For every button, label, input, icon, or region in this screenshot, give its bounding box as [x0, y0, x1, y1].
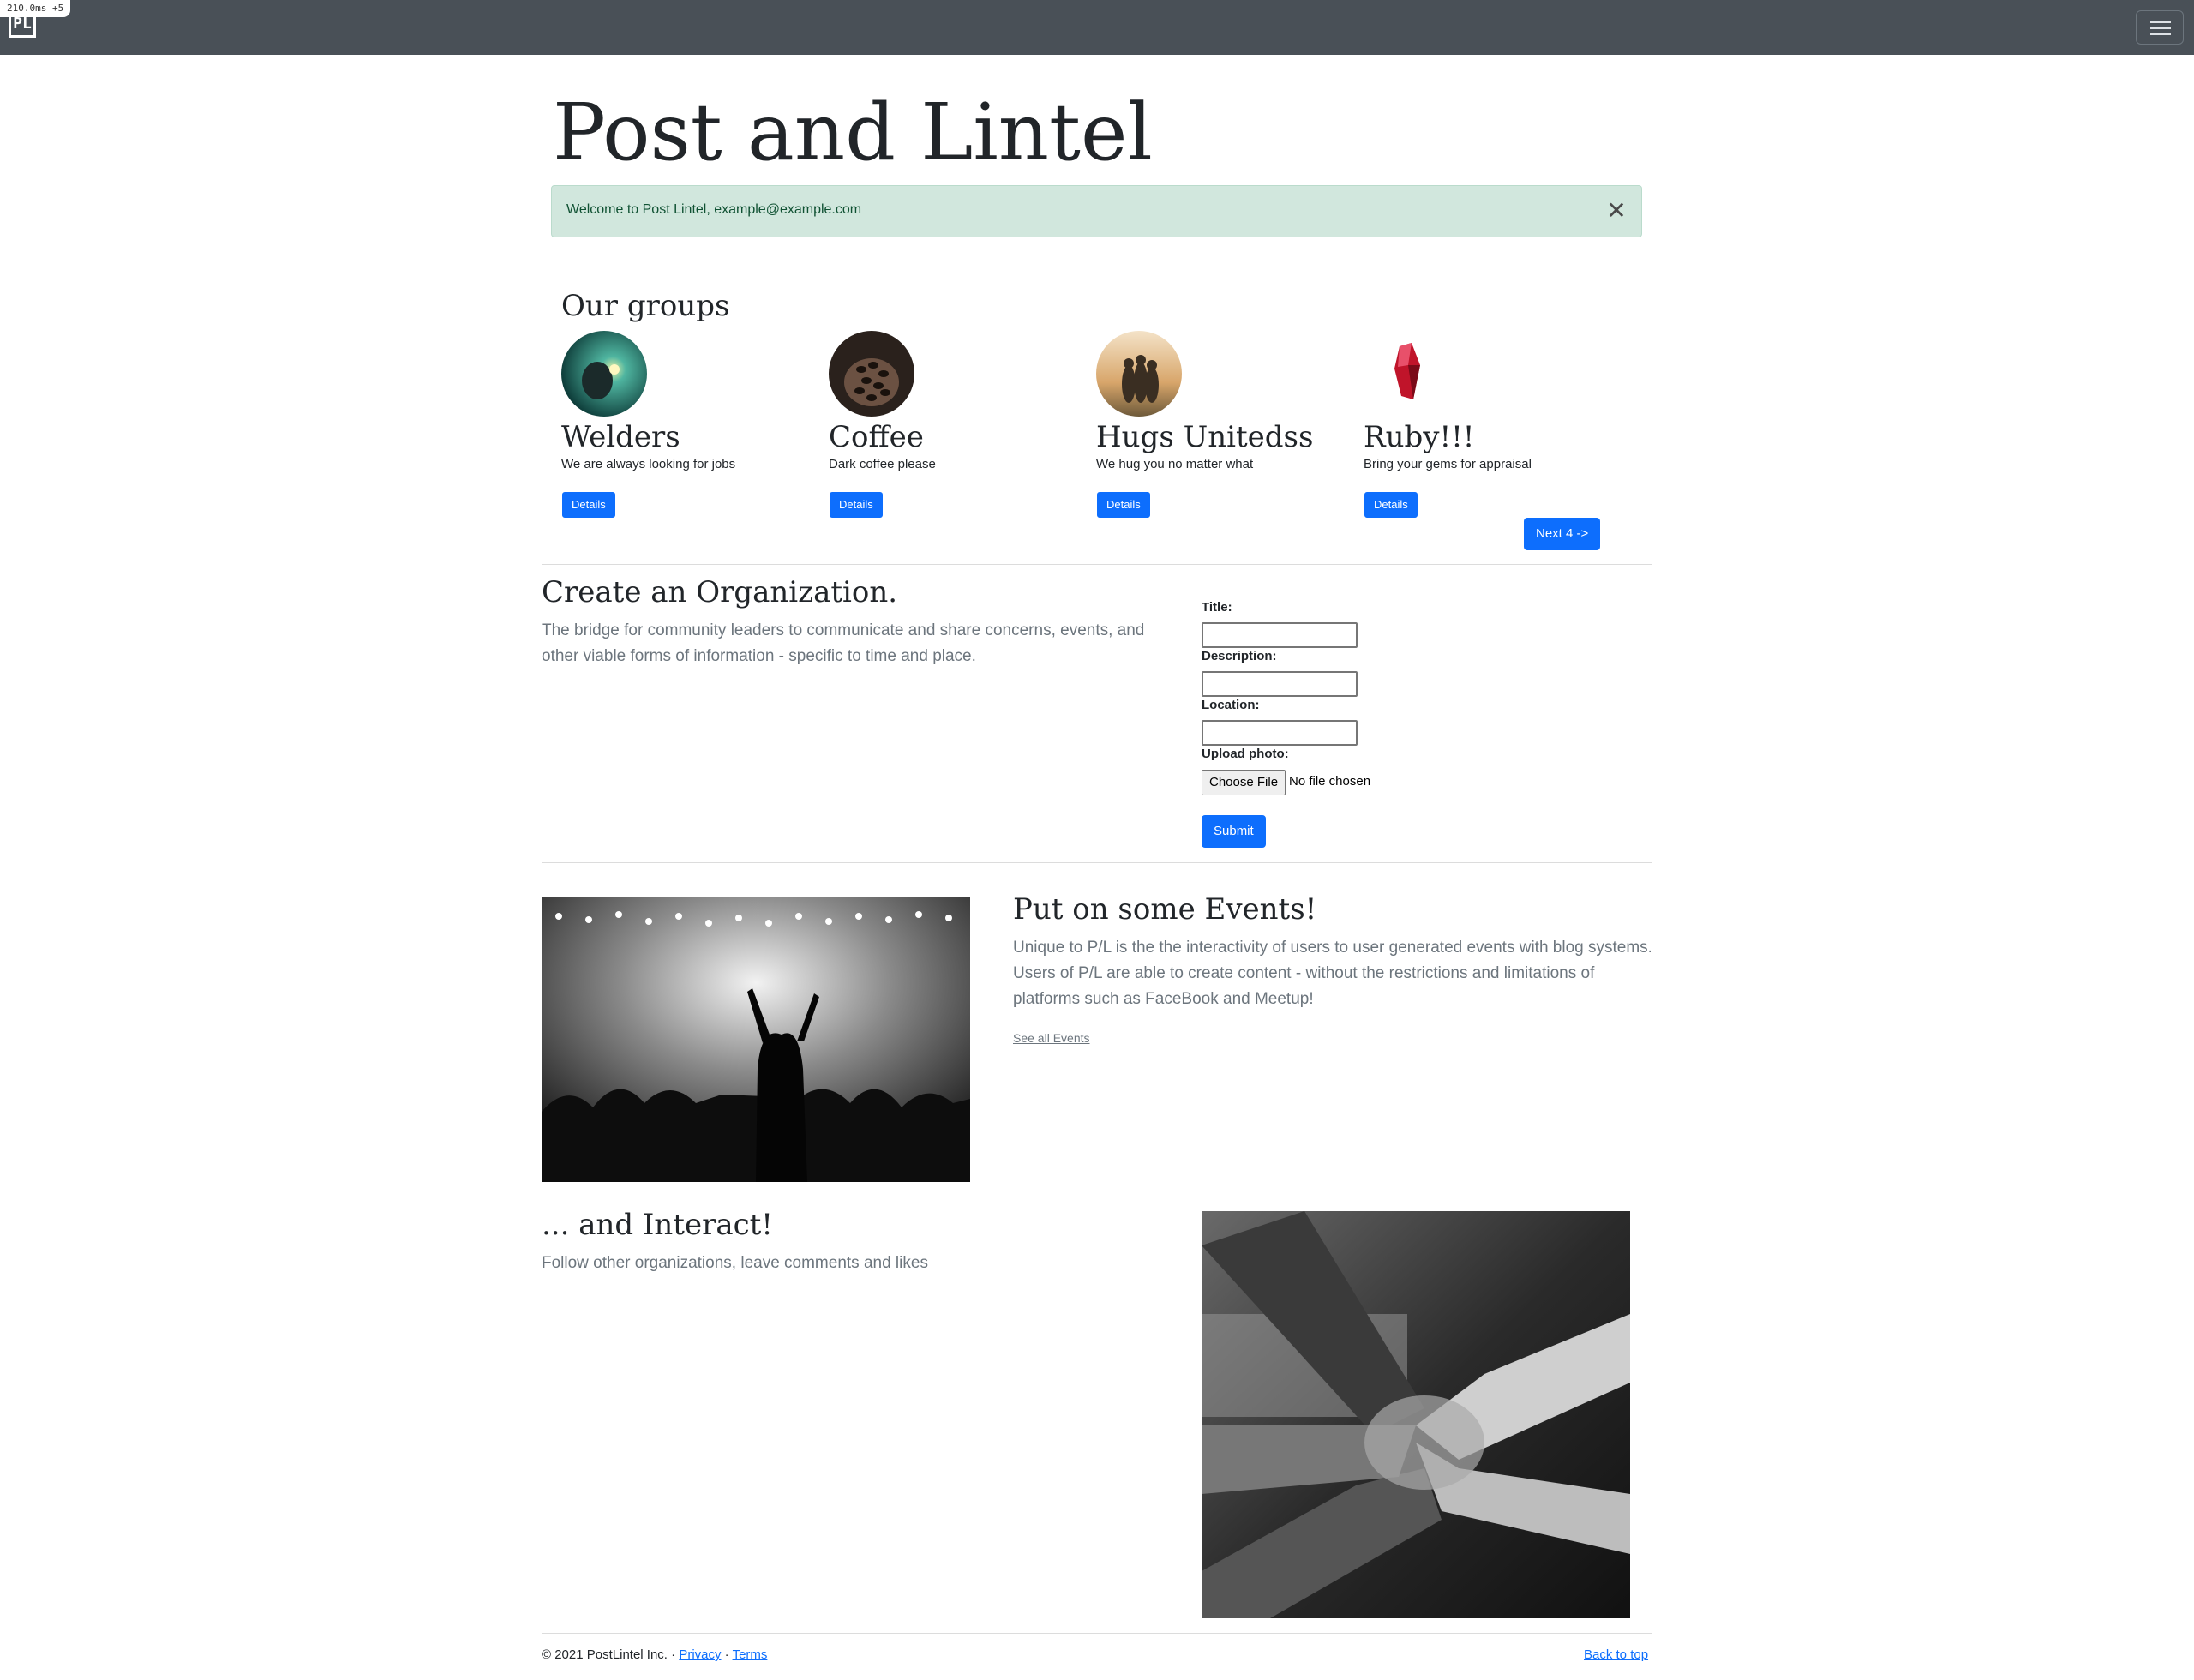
- group-avatar-ruby: [1364, 331, 1449, 417]
- section-divider: [542, 862, 1652, 863]
- file-status: No file chosen: [1289, 774, 1371, 789]
- upload-photo-label: Upload photo:: [1202, 747, 1289, 761]
- description-label: Description:: [1202, 649, 1277, 663]
- group-card-welders: Welders: [561, 331, 818, 519]
- footer-separator: ·: [721, 1647, 733, 1662]
- group-description: We are always looking for jobs: [561, 457, 736, 471]
- description-input[interactable]: [1202, 671, 1358, 697]
- next-groups-button[interactable]: Next 4 ->: [1524, 518, 1601, 550]
- interact-lead: Follow other organizations, leave commen…: [542, 1254, 928, 1272]
- concert-crowd-image: [542, 897, 970, 1182]
- submit-button[interactable]: Submit: [1202, 815, 1266, 848]
- see-all-events-link[interactable]: See all Events: [1013, 1031, 1090, 1045]
- alert-message: Welcome to Post Lintel, example@example.…: [566, 202, 862, 217]
- organization-heading: Create an Organization.: [542, 575, 898, 609]
- group-description: Dark coffee please: [829, 457, 936, 471]
- group-avatar-coffee: [829, 331, 914, 417]
- group-description: Bring your gems for appraisal: [1364, 457, 1532, 471]
- group-card-ruby: Ruby!!!: [1364, 331, 1621, 519]
- page-title: Post and Lintel: [553, 87, 1153, 178]
- group-title: Coffee: [829, 420, 924, 454]
- events-lead: Unique to P/L is the the interactivity o…: [1013, 939, 1652, 1008]
- top-navbar: PL 210.0ms +5: [0, 0, 2194, 55]
- group-avatar-hugs: [1096, 331, 1182, 417]
- title-input[interactable]: [1202, 622, 1358, 648]
- organization-lead: The bridge for community leaders to comm…: [542, 621, 1145, 665]
- group-title: Ruby!!!: [1364, 420, 1475, 454]
- render-time-badge: 210.0ms +5: [0, 0, 71, 17]
- close-icon[interactable]: ✕: [1604, 198, 1629, 224]
- choose-file-button[interactable]: Choose File: [1202, 770, 1286, 795]
- title-label: Title:: [1202, 600, 1232, 615]
- back-to-top-link[interactable]: Back to top: [1584, 1647, 1648, 1662]
- group-card-hugs: Hugs Unitedss: [1096, 331, 1353, 519]
- privacy-link[interactable]: Privacy: [679, 1647, 721, 1662]
- group-title: Hugs Unitedss: [1096, 420, 1314, 454]
- stacked-hands-image: [1202, 1211, 1630, 1618]
- groups-heading: Our groups: [561, 289, 730, 323]
- location-input[interactable]: [1202, 720, 1358, 746]
- navbar-toggler-button[interactable]: [2136, 10, 2184, 45]
- footer-copyright: © 2021 PostLintel Inc. ·: [542, 1647, 680, 1662]
- hamburger-icon: [2150, 21, 2171, 23]
- location-label: Location:: [1202, 698, 1260, 712]
- interact-heading: ... and Interact!: [542, 1208, 773, 1242]
- group-details-button[interactable]: Details: [1364, 492, 1418, 518]
- footer-divider: [542, 1633, 1652, 1634]
- terms-link[interactable]: Terms: [733, 1647, 768, 1662]
- group-avatar-welders: [561, 331, 647, 417]
- footer: © 2021 PostLintel Inc. · Privacy · Terms: [542, 1647, 767, 1662]
- hamburger-icon-line: [2150, 27, 2171, 29]
- group-details-button[interactable]: Details: [830, 492, 883, 518]
- group-details-button[interactable]: Details: [562, 492, 615, 518]
- hamburger-icon-line: [2150, 33, 2171, 35]
- group-details-button[interactable]: Details: [1097, 492, 1150, 518]
- group-description: We hug you no matter what: [1096, 457, 1254, 471]
- group-card-coffee: Coffee: [829, 331, 1086, 519]
- group-title: Welders: [561, 420, 680, 454]
- section-divider: [542, 564, 1652, 565]
- welcome-alert: Welcome to Post Lintel, example@example.…: [551, 185, 1642, 237]
- events-heading: Put on some Events!: [1013, 892, 1317, 927]
